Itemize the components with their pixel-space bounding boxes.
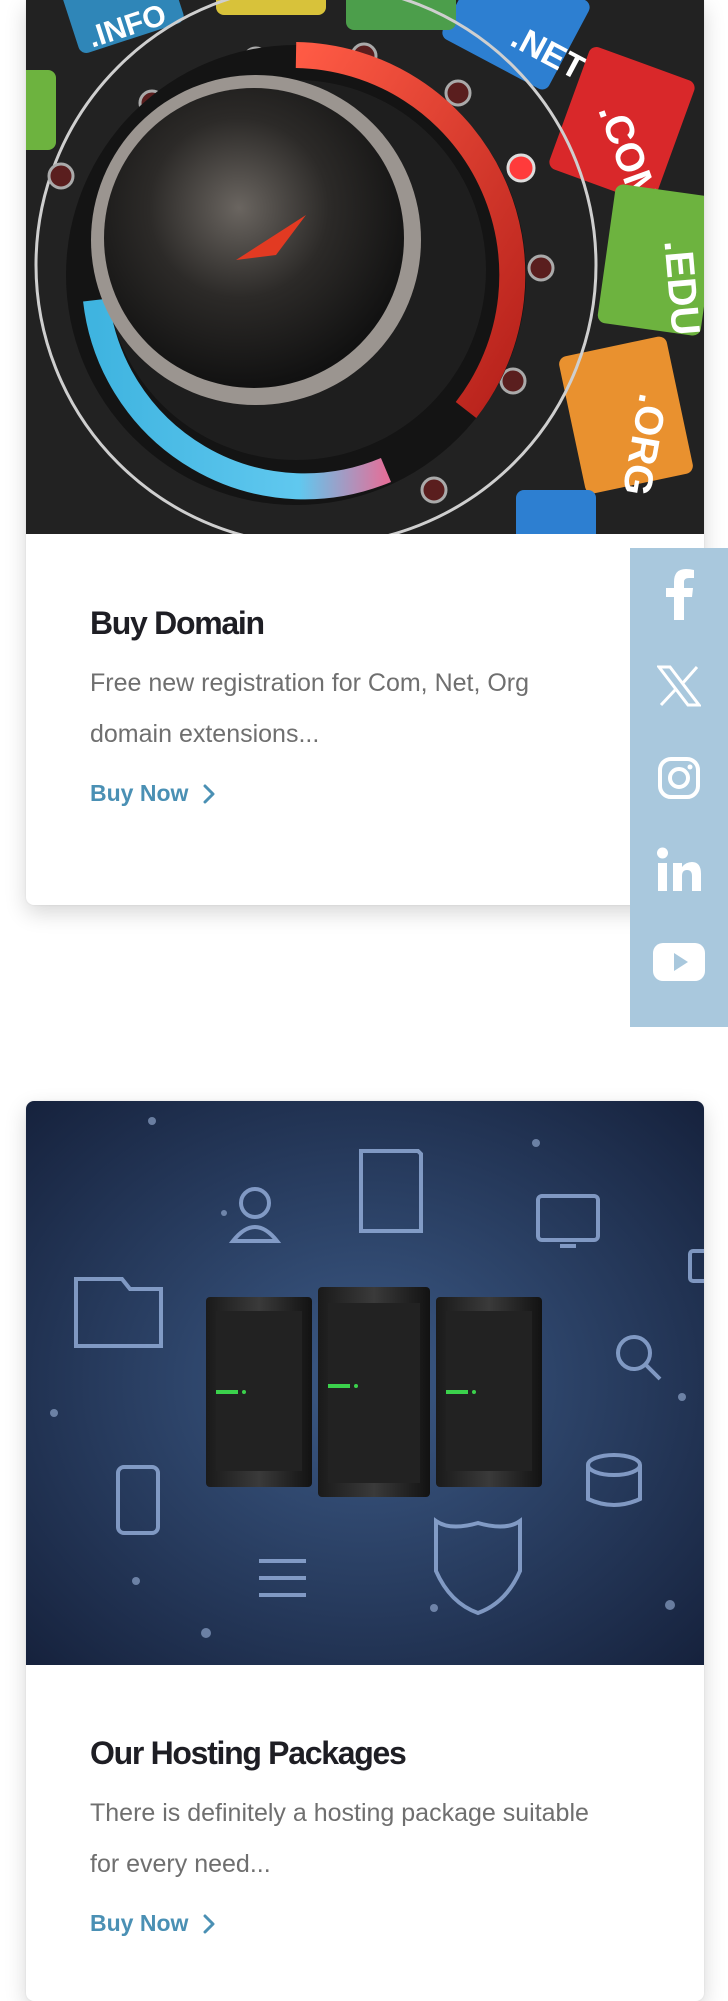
youtube-link[interactable] — [630, 916, 728, 1008]
youtube-icon — [653, 943, 705, 981]
buy-now-link[interactable]: Buy Now — [90, 780, 216, 807]
domain-card-body: Buy Domain Free new registration for Com… — [90, 598, 640, 807]
hosting-card: Our Hosting Packages There is definitely… — [26, 1101, 704, 2001]
server-towers — [206, 1287, 542, 1497]
social-share-bar — [630, 548, 728, 1027]
buy-now-label: Buy Now — [90, 780, 189, 806]
buy-now-link[interactable]: Buy Now — [90, 1910, 216, 1937]
card-title: Buy Domain — [90, 605, 265, 641]
facebook-icon — [666, 569, 694, 620]
card-description: There is definitely a hosting package su… — [90, 1799, 589, 1878]
instagram-link[interactable] — [630, 732, 728, 824]
facebook-link[interactable] — [630, 548, 728, 640]
instagram-icon — [658, 757, 700, 799]
chevron-right-icon — [203, 784, 215, 803]
linkedin-icon — [657, 847, 701, 891]
x-twitter-link[interactable] — [630, 640, 728, 732]
chevron-right-icon — [203, 1914, 215, 1933]
card-description: Free new registration for Com, Net, Org … — [90, 669, 530, 748]
linkedin-link[interactable] — [630, 824, 728, 916]
domain-card: .NET .COM .EDU .ORG .INFO Buy Domain Fre… — [26, 0, 704, 905]
domain-dial-image: .NET .COM .EDU .ORG .INFO — [26, 0, 704, 534]
hosting-servers-image — [26, 1101, 704, 1665]
svg-text:.EDU: .EDU — [655, 238, 704, 337]
card-title: Our Hosting Packages — [90, 1735, 407, 1771]
buy-now-label: Buy Now — [90, 1910, 189, 1936]
x-twitter-icon — [657, 665, 701, 707]
hosting-card-body: Our Hosting Packages There is definitely… — [90, 1728, 640, 1937]
